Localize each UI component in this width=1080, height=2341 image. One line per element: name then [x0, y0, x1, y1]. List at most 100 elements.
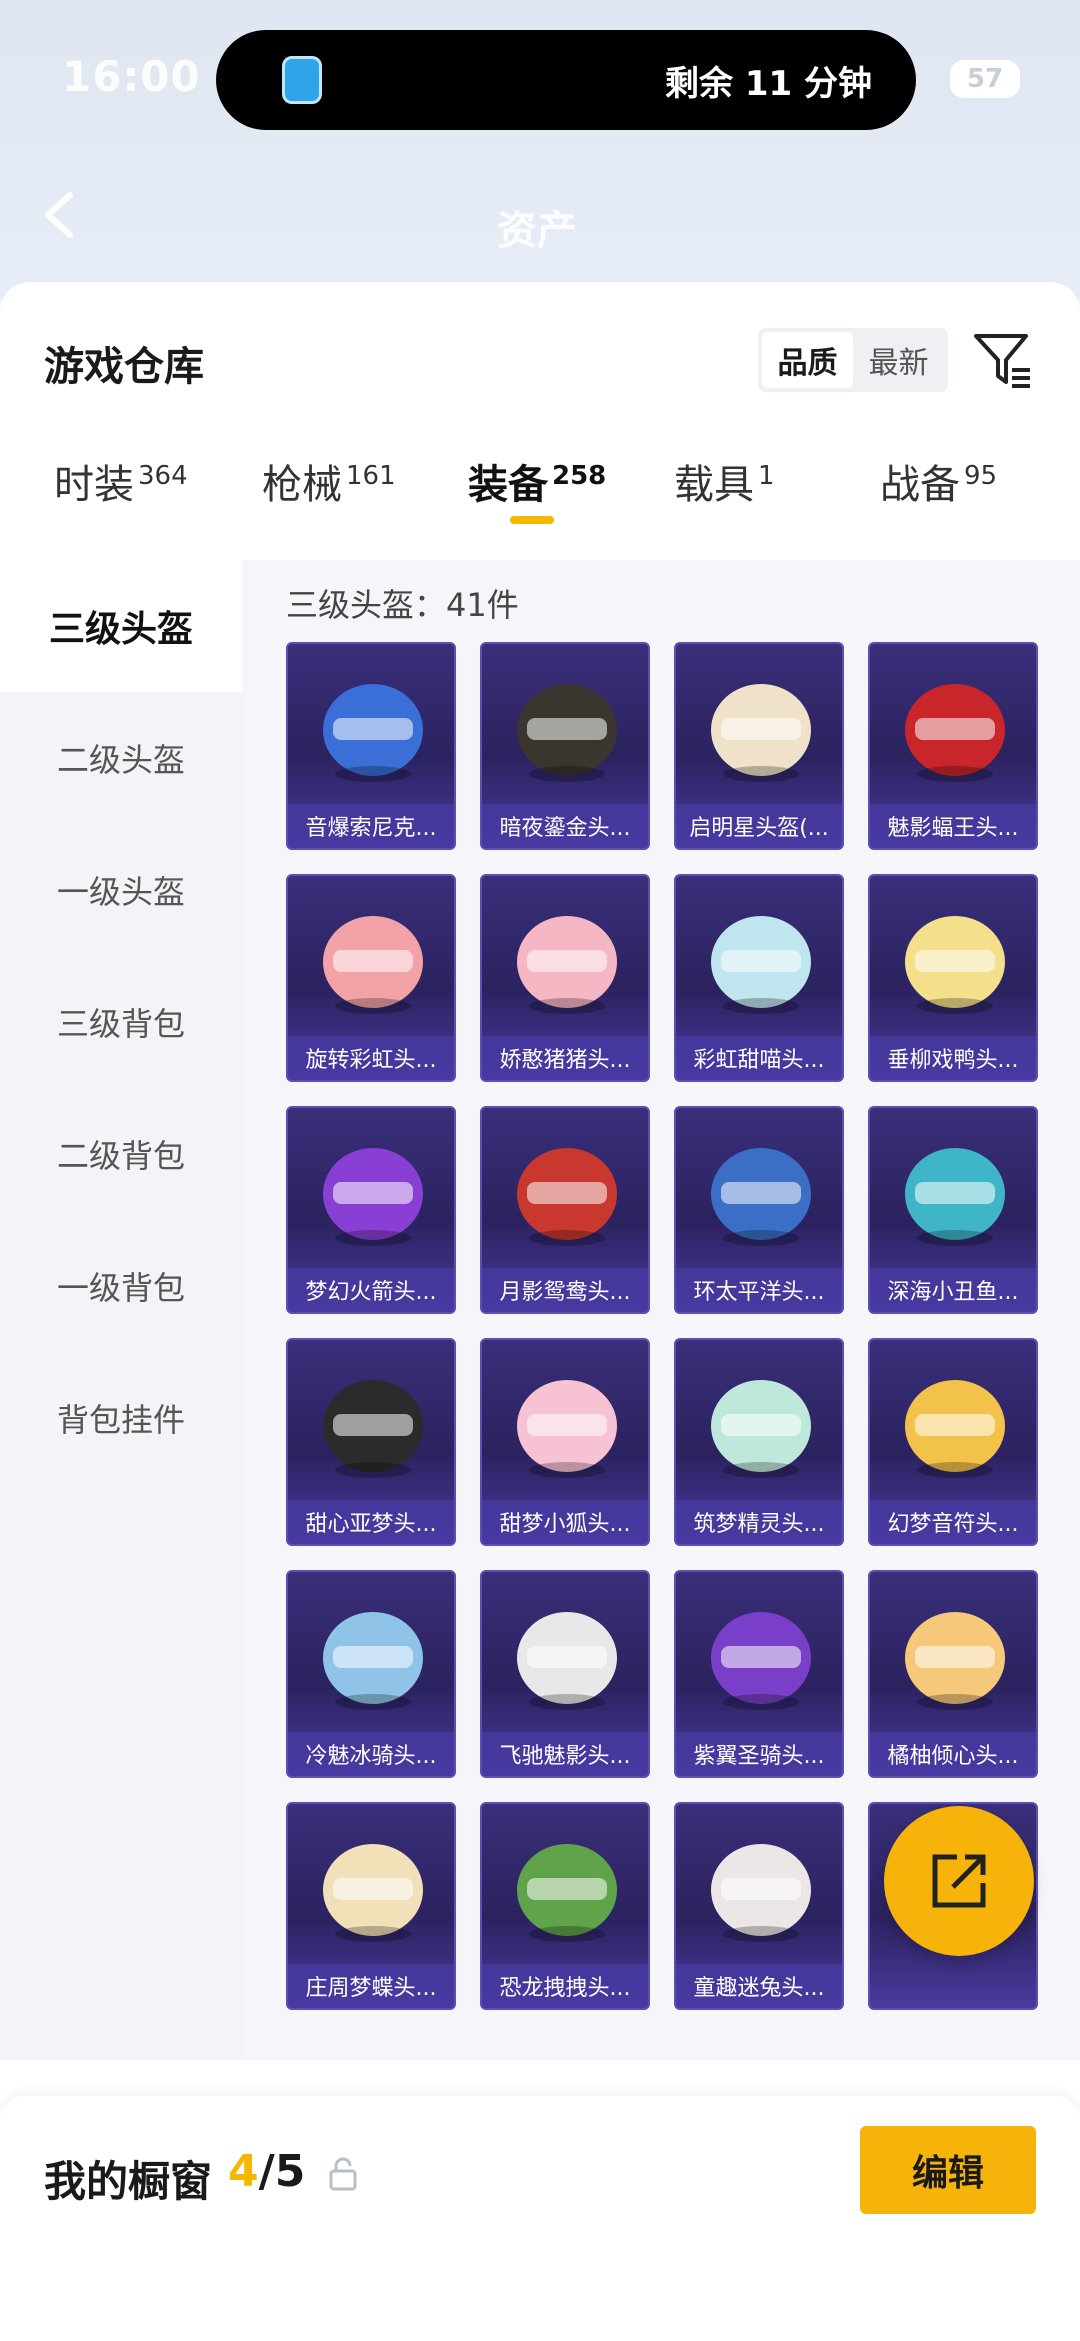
item-card[interactable]: 环太平洋头... [674, 1106, 844, 1314]
tab-fashion[interactable]: 时装 364 [54, 452, 188, 510]
helmet-icon [905, 1380, 1005, 1478]
item-name: 甜心亚梦头... [288, 1500, 454, 1544]
item-name: 恐龙拽拽头... [482, 1964, 648, 2008]
item-card[interactable]: 紫翼圣骑头... [674, 1570, 844, 1778]
tab-count: 1 [758, 461, 775, 491]
item-name: 梦幻火箭头... [288, 1268, 454, 1312]
dynamic-island[interactable]: 剩余 11 分钟 [216, 30, 916, 130]
item-card[interactable]: 垂柳戏鸭头... [868, 874, 1038, 1082]
helmet-icon [711, 1844, 811, 1942]
tab-supplies[interactable]: 战备 95 [880, 452, 997, 510]
tab-label: 载具 [674, 462, 754, 508]
subcategory-item[interactable]: 三级头盔 [0, 560, 242, 692]
lock-icon [329, 2157, 357, 2191]
helmet-icon [711, 684, 811, 782]
sort-toggle: 品质 最新 [758, 328, 948, 392]
edit-button[interactable]: 编辑 [860, 2126, 1036, 2214]
item-name: 魅影蝠王头... [870, 804, 1036, 848]
item-name: 幻梦音符头... [870, 1500, 1036, 1544]
showcase-count-total: /5 [258, 2146, 306, 2197]
subcategory-item[interactable]: 一级背包 [0, 1220, 242, 1352]
item-name: 童趣迷兔头... [676, 1964, 842, 2008]
subcategory-item[interactable]: 背包挂件 [0, 1352, 242, 1484]
item-card[interactable]: 月影鸳鸯头... [480, 1106, 650, 1314]
item-name: 飞驰魅影头... [482, 1732, 648, 1776]
item-grid: 音爆索尼克... 暗夜鎏金头... 启明星头盔(... 魅影蝠王头... 旋转彩虹头..… [286, 642, 1080, 2010]
helmet-icon [323, 1148, 423, 1246]
helmet-icon [323, 684, 423, 782]
subcategory-item[interactable]: 一级头盔 [0, 824, 242, 956]
helmet-icon [711, 1380, 811, 1478]
item-name: 冷魅冰骑头... [288, 1732, 454, 1776]
item-card[interactable]: 童趣迷兔头... [674, 1802, 844, 2010]
page-title: 资产 [497, 208, 577, 254]
item-name: 启明星头盔(... [676, 804, 842, 848]
tab-label: 枪械 [262, 462, 342, 508]
item-name: 彩虹甜喵头... [676, 1036, 842, 1080]
item-card[interactable]: 启明星头盔(... [674, 642, 844, 850]
helmet-icon [905, 1148, 1005, 1246]
item-card[interactable]: 魅影蝠王头... [868, 642, 1038, 850]
filter-icon[interactable] [972, 330, 1034, 392]
helmet-icon [517, 1380, 617, 1478]
showcase-title: 我的橱窗 [44, 2157, 213, 2206]
item-name: 月影鸳鸯头... [482, 1268, 648, 1312]
helmet-icon [905, 684, 1005, 782]
subcategory-list: 三级头盔 二级头盔 一级头盔 三级背包 二级背包 一级背包 背包挂件 [0, 560, 242, 2060]
item-card[interactable]: 梦幻火箭头... [286, 1106, 456, 1314]
helmet-icon [323, 1612, 423, 1710]
showcase-bar: 我的橱窗 4/5 编辑 [0, 2096, 1080, 2341]
showcase-count: 4/5 [228, 2146, 305, 2197]
active-tab-indicator [510, 516, 554, 524]
sort-latest-option[interactable]: 最新 [853, 332, 944, 388]
tab-count: 95 [964, 461, 998, 491]
item-name: 娇憨猪猪头... [482, 1036, 648, 1080]
helmet-icon [711, 1612, 811, 1710]
share-icon [932, 1854, 986, 1908]
island-timer-text: 剩余 11 分钟 [665, 63, 872, 104]
tab-equipment[interactable]: 装备 258 [468, 452, 607, 524]
tab-count: 258 [552, 461, 607, 491]
item-card[interactable]: 娇憨猪猪头... [480, 874, 650, 1082]
helmet-icon [517, 1148, 617, 1246]
item-name: 紫翼圣骑头... [676, 1732, 842, 1776]
item-name: 环太平洋头... [676, 1268, 842, 1312]
subcategory-item[interactable]: 三级背包 [0, 956, 242, 1088]
helmet-icon [905, 916, 1005, 1014]
category-tabs: 时装 364 枪械 161 装备 258 载具 1 战备 95 [0, 452, 1080, 556]
item-card[interactable]: 彩虹甜喵头... [674, 874, 844, 1082]
item-name: 垂柳戏鸭头... [870, 1036, 1036, 1080]
helmet-icon [711, 916, 811, 1014]
helmet-icon [517, 684, 617, 782]
tab-count: 364 [138, 461, 188, 491]
item-card[interactable]: 冷魅冰骑头... [286, 1570, 456, 1778]
item-card[interactable]: 旋转彩虹头... [286, 874, 456, 1082]
helmet-icon [517, 1612, 617, 1710]
item-card[interactable]: 甜梦小狐头... [480, 1338, 650, 1546]
back-icon[interactable] [40, 190, 80, 240]
helmet-icon [711, 1148, 811, 1246]
app-icon [282, 56, 322, 104]
tab-firearms[interactable]: 枪械 161 [262, 452, 396, 510]
status-time: 16:00 [62, 52, 201, 101]
item-card[interactable]: 甜心亚梦头... [286, 1338, 456, 1546]
subcategory-item[interactable]: 二级头盔 [0, 692, 242, 824]
item-card[interactable]: 筑梦精灵头... [674, 1338, 844, 1546]
helmet-icon [323, 1380, 423, 1478]
item-card[interactable]: 音爆索尼克... [286, 642, 456, 850]
helmet-icon [323, 916, 423, 1014]
tab-label: 装备 [468, 462, 548, 508]
item-card[interactable]: 暗夜鎏金头... [480, 642, 650, 850]
item-card[interactable]: 橘柚倾心头... [868, 1570, 1038, 1778]
subcategory-item[interactable]: 二级背包 [0, 1088, 242, 1220]
item-card[interactable]: 庄周梦蝶头... [286, 1802, 456, 2010]
item-card[interactable]: 深海小丑鱼... [868, 1106, 1038, 1314]
item-card[interactable]: 恐龙拽拽头... [480, 1802, 650, 2010]
item-card[interactable]: 幻梦音符头... [868, 1338, 1038, 1546]
item-card[interactable]: 飞驰魅影头... [480, 1570, 650, 1778]
tab-label: 时装 [54, 462, 134, 508]
tab-vehicles[interactable]: 载具 1 [674, 452, 775, 510]
share-button[interactable] [884, 1806, 1034, 1956]
sort-quality-option[interactable]: 品质 [762, 332, 853, 388]
item-name: 暗夜鎏金头... [482, 804, 648, 848]
